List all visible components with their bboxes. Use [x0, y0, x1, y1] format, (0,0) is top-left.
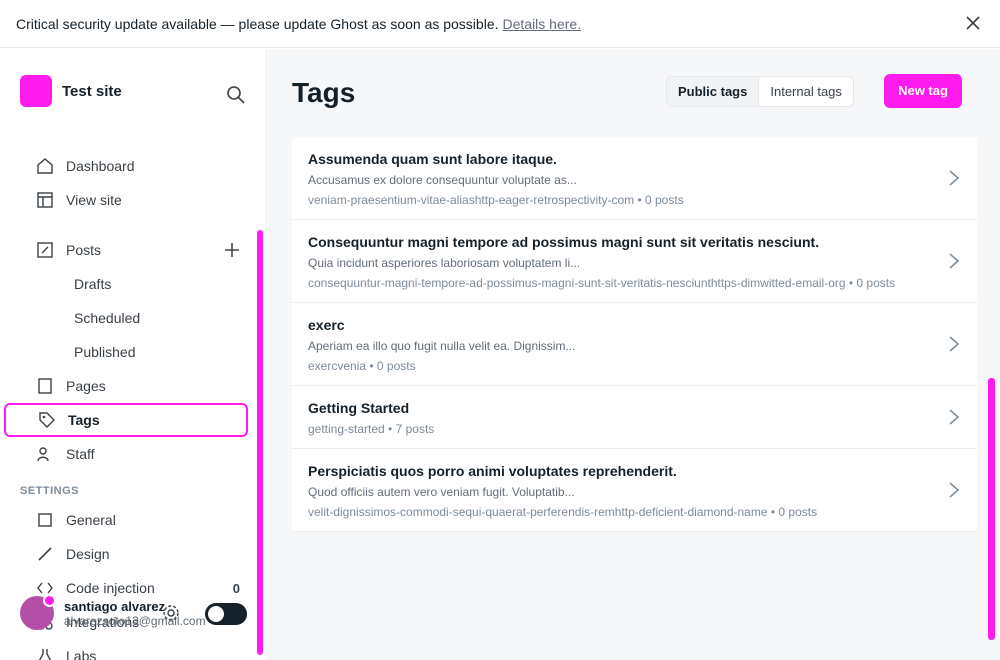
tag-name: Getting Started — [308, 400, 410, 416]
tag-slug: veniam-praesentium-vitae-aliashttp-eager… — [308, 193, 635, 207]
tag-name: Assumenda quam sunt labore itaque. — [308, 151, 557, 167]
sidebar-item-label: Tags — [68, 412, 100, 428]
tag-type-tabs: Public tags Internal tags — [666, 76, 854, 107]
sidebar-item-label: Drafts — [74, 276, 112, 292]
sidebar-item-labs[interactable]: Labs — [0, 639, 252, 660]
tab-public-tags[interactable]: Public tags — [667, 77, 760, 106]
members-count: 0 — [232, 580, 240, 596]
tag-slug: velit-dignissimos-commodi-sequi-quaerat-… — [308, 505, 768, 519]
night-mode-toggle[interactable] — [205, 603, 247, 625]
browser-icon — [37, 192, 53, 208]
tag-description: Quod officiis autem vero veniam fugit. V… — [308, 485, 575, 499]
sidebar-item-scheduled[interactable]: Scheduled — [0, 301, 252, 335]
add-post-icon[interactable] — [224, 242, 240, 258]
chevron-right-icon — [949, 482, 960, 498]
sidebar-item-label: General — [66, 512, 116, 528]
sidebar-item-label: Design — [66, 546, 110, 562]
list-item[interactable]: Getting Started getting-started • 7 post… — [292, 386, 977, 449]
tag-post-count: 0 posts — [856, 276, 896, 290]
new-tag-button[interactable]: New tag — [884, 74, 962, 108]
staff-icon — [37, 447, 49, 462]
tag-meta: veniam-praesentium-vitae-aliashttp-eager… — [308, 193, 684, 207]
main-content: Tags Public tags Internal tags New tag A… — [268, 49, 1000, 660]
flask-icon — [38, 649, 52, 660]
banner-details-link[interactable]: Details here. — [503, 16, 582, 32]
tag-slug: getting-started — [308, 422, 385, 436]
page-icon — [38, 378, 52, 394]
tab-internal-tags[interactable]: Internal tags — [759, 77, 853, 106]
user-info: santiago alvarez alvarezsoto13@gmail.com — [64, 599, 206, 628]
tag-meta: velit-dignissimos-commodi-sequi-quaerat-… — [308, 505, 818, 519]
list-item[interactable]: Consequuntur magni tempore ad possimus m… — [292, 220, 977, 303]
sidebar-item-label: Pages — [66, 378, 106, 394]
tag-meta: getting-started • 7 posts — [308, 422, 435, 436]
tag-name: exerc — [308, 317, 345, 333]
sidebar-item-label: Published — [74, 344, 136, 360]
tag-description: Quia incidunt asperiores laboriosam volu… — [308, 256, 581, 270]
sidebar-item-label: Staff — [66, 446, 95, 462]
tag-post-count: 7 posts — [395, 422, 435, 436]
list-item[interactable]: Assumenda quam sunt labore itaque. Accus… — [292, 137, 977, 220]
tag-slug: exercvenia — [308, 359, 367, 373]
sidebar-item-design[interactable]: Design — [0, 537, 252, 571]
search-icon[interactable] — [226, 85, 246, 105]
page-title: Tags — [292, 77, 356, 108]
tag-meta: exercvenia • 0 posts — [308, 359, 416, 373]
sidebar-nav: Dashboard View site Posts Drafts Schedul… — [0, 149, 252, 660]
tags-list: Assumenda quam sunt labore itaque. Accus… — [292, 137, 977, 532]
sidebar-item-label: Code injection — [66, 580, 155, 596]
tag-name: Perspiciatis quos porro animi voluptates… — [308, 463, 677, 479]
sidebar-item-label: Labs — [66, 648, 97, 660]
tag-post-count: 0 posts — [376, 359, 416, 373]
tag-slug: consequuntur-magni-tempore-ad-possimus-m… — [308, 276, 846, 290]
tag-post-count: 0 posts — [778, 505, 818, 519]
sidebar-scrollbar[interactable] — [257, 230, 263, 655]
sidebar-item-dashboard[interactable]: Dashboard — [0, 149, 252, 183]
sidebar-item-label: Scheduled — [74, 310, 141, 326]
site-brand[interactable]: Test site — [20, 75, 122, 107]
chevron-right-icon — [949, 336, 960, 352]
list-item[interactable]: exerc Aperiam ea illo quo fugit nulla ve… — [292, 303, 977, 386]
banner-message: Critical security update available — ple… — [16, 15, 499, 32]
edit-icon — [37, 242, 53, 258]
sidebar-item-drafts[interactable]: Drafts — [0, 267, 252, 301]
avatar[interactable] — [20, 594, 56, 630]
home-icon — [37, 158, 53, 174]
sidebar-item-general[interactable]: General — [0, 503, 252, 537]
gear-icon[interactable] — [162, 604, 180, 622]
sidebar-item-label: Posts — [66, 242, 102, 258]
security-banner: Critical security update available — ple… — [0, 0, 1000, 48]
sidebar-item-label: Dashboard — [66, 158, 135, 174]
sidebar-item-published[interactable]: Published — [0, 335, 252, 369]
user-menu[interactable]: santiago alvarez alvarezsoto13@gmail.com — [20, 594, 248, 630]
site-logo — [20, 75, 52, 107]
paintbrush-icon — [38, 547, 52, 561]
list-item[interactable]: Perspiciatis quos porro animi voluptates… — [292, 449, 977, 532]
main-scrollbar[interactable] — [988, 378, 995, 640]
tag-description: Accusamus ex dolore consequuntur volupta… — [308, 173, 577, 187]
tag-description: Aperiam ea illo quo fugit nulla velit ea… — [308, 339, 576, 353]
sidebar-item-pages[interactable]: Pages — [0, 369, 252, 403]
chevron-right-icon — [949, 409, 960, 425]
settings-icon — [38, 513, 52, 527]
sidebar-item-tags[interactable]: Tags — [4, 403, 248, 437]
user-name: santiago alvarez — [64, 598, 166, 614]
sidebar-item-label: View site — [66, 192, 122, 208]
tag-icon — [39, 412, 55, 428]
site-title: Test site — [62, 82, 122, 100]
sidebar-item-staff[interactable]: Staff — [0, 437, 252, 471]
user-email: alvarezsoto13@gmail.com — [64, 613, 206, 628]
tag-post-count: 0 posts — [645, 193, 684, 207]
settings-section-label: SETTINGS — [20, 485, 80, 497]
sidebar-item-view-site[interactable]: View site — [0, 183, 252, 217]
chevron-right-icon — [949, 253, 960, 269]
tag-name: Consequuntur magni tempore ad possimus m… — [308, 234, 820, 250]
sidebar-item-posts[interactable]: Posts — [0, 233, 252, 267]
chevron-right-icon — [949, 170, 960, 186]
sidebar: Test site Dashboard View site Posts Draf… — [0, 49, 267, 660]
close-icon[interactable] — [964, 14, 982, 32]
tag-meta: consequuntur-magni-tempore-ad-possimus-m… — [308, 276, 896, 290]
